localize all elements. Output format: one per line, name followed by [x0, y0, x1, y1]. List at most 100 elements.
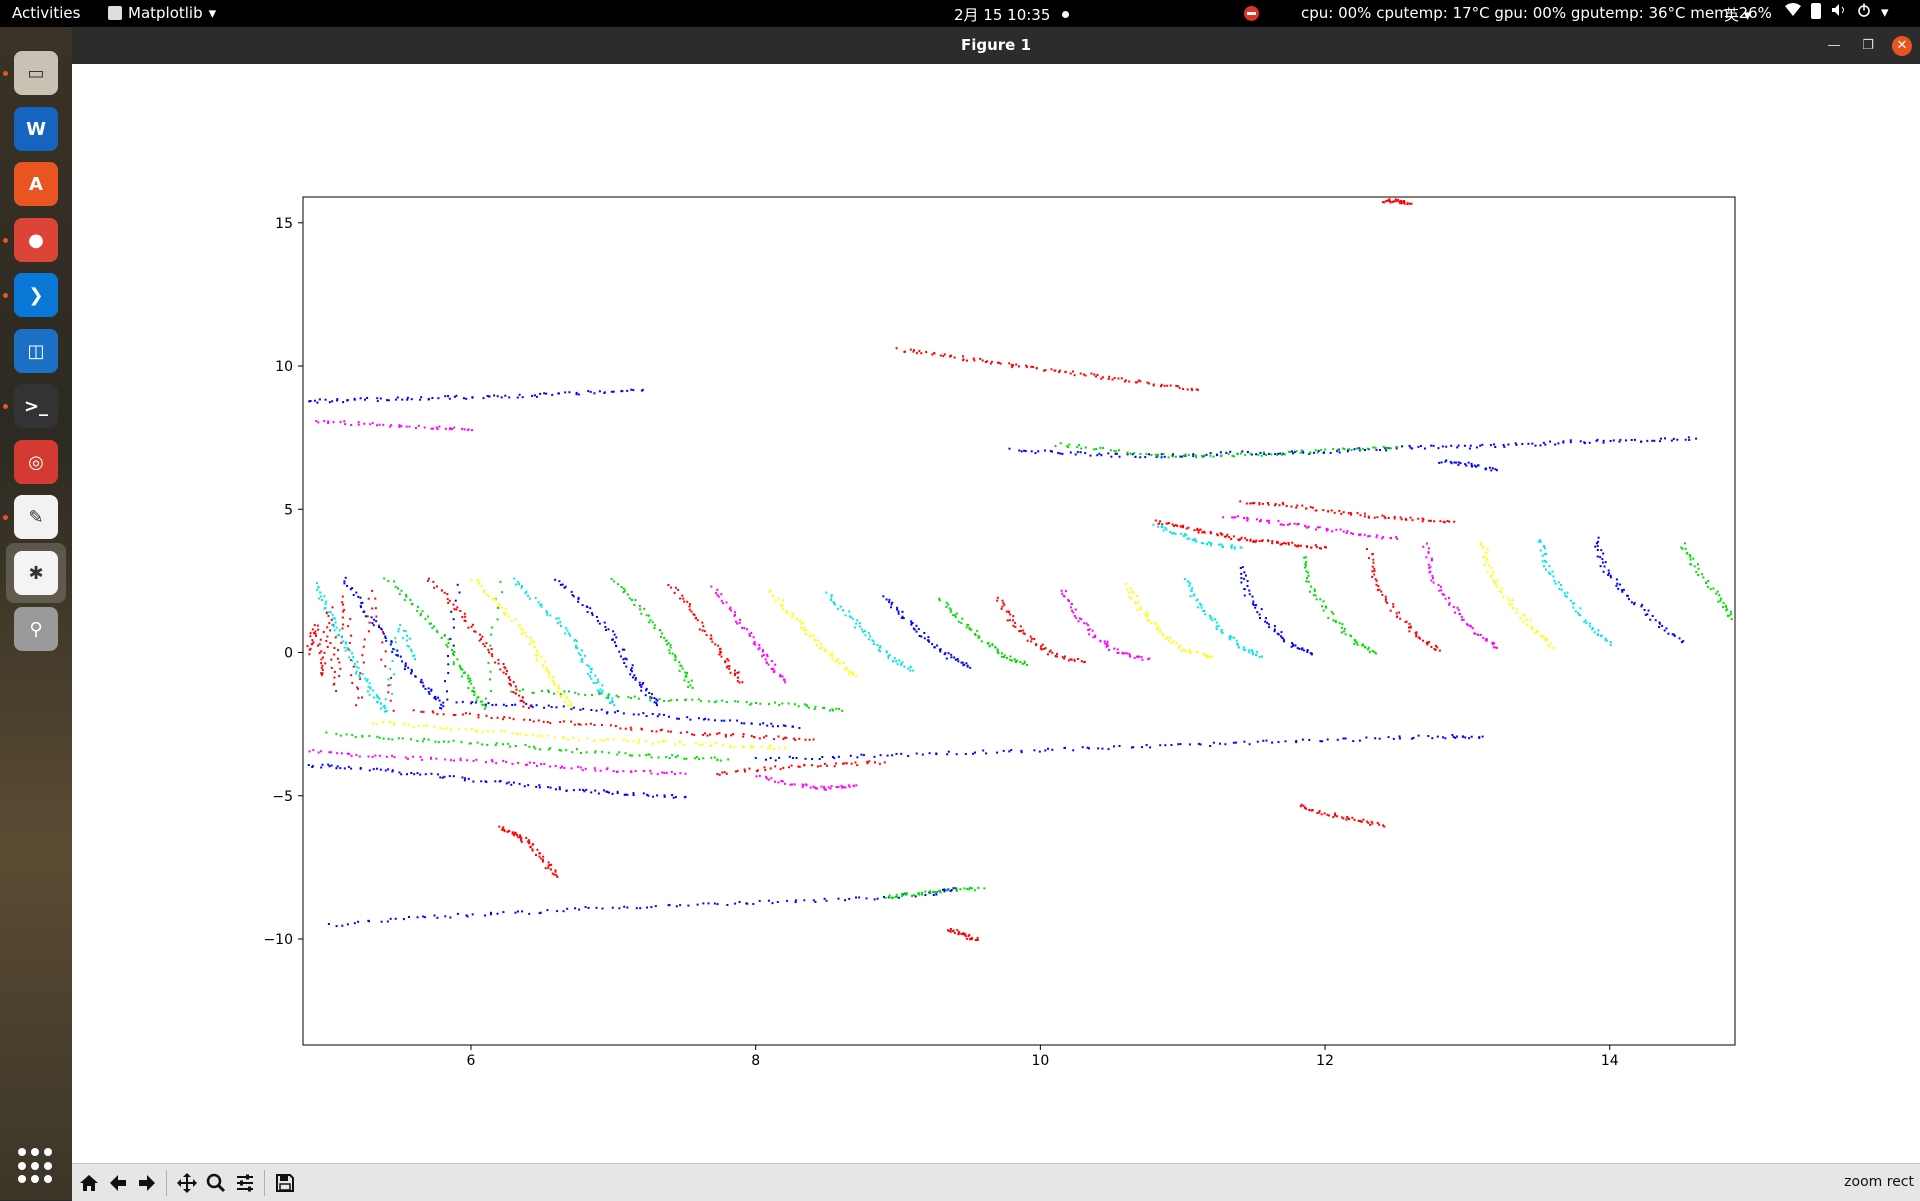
- data-point: [1307, 580, 1310, 583]
- zoom-icon[interactable]: [203, 1170, 229, 1196]
- dock-item-text-editor[interactable]: ✎: [12, 493, 60, 541]
- data-point: [1032, 365, 1034, 368]
- data-point: [663, 795, 666, 798]
- data-point: [398, 593, 401, 596]
- clock[interactable]: 2月 15 10:35: [954, 4, 1070, 25]
- data-point: [1533, 632, 1536, 635]
- data-point: [895, 893, 898, 896]
- data-point: [1680, 641, 1683, 644]
- dock-item-chrome[interactable]: ●: [12, 216, 60, 264]
- data-point: [1525, 618, 1528, 621]
- data-point: [671, 754, 674, 757]
- data-point: [738, 681, 741, 684]
- data-point: [327, 422, 330, 425]
- data-point: [605, 712, 608, 715]
- running-indicator: [3, 404, 8, 409]
- data-point: [1239, 546, 1242, 549]
- data-point: [1489, 444, 1492, 447]
- show-applications-icon[interactable]: [18, 1148, 54, 1184]
- data-point: [400, 773, 403, 776]
- app-menu[interactable]: Matplotlib ▾: [108, 4, 216, 22]
- home-icon[interactable]: [76, 1170, 102, 1196]
- data-point: [491, 704, 494, 706]
- data-point: [749, 703, 752, 706]
- configure-subplots-icon[interactable]: [232, 1170, 258, 1196]
- data-point: [497, 605, 500, 607]
- data-point: [783, 678, 785, 681]
- data-point: [521, 629, 524, 632]
- data-point: [494, 599, 497, 601]
- data-point: [1448, 597, 1450, 599]
- data-point: [1059, 452, 1062, 455]
- data-point: [957, 620, 960, 623]
- data-point: [795, 757, 798, 759]
- data-point: [483, 707, 486, 710]
- dock-item-writer[interactable]: W: [12, 105, 60, 153]
- data-point: [683, 743, 686, 746]
- data-point: [1014, 621, 1017, 624]
- dock-item-software[interactable]: A: [12, 160, 60, 208]
- input-method[interactable]: 英 ▾: [1724, 4, 1751, 25]
- maximize-icon[interactable]: ❐: [1858, 36, 1878, 56]
- data-point: [416, 740, 419, 742]
- dock-item-netease-music[interactable]: ◎: [12, 438, 60, 486]
- data-point: [539, 392, 542, 395]
- back-icon[interactable]: [105, 1170, 131, 1196]
- dock-item-virtualbox[interactable]: ◫: [12, 327, 60, 375]
- data-point: [357, 666, 360, 669]
- pan-icon[interactable]: [174, 1170, 200, 1196]
- do-not-disturb-icon[interactable]: [1244, 6, 1259, 21]
- data-point: [624, 752, 627, 755]
- data-point: [461, 668, 464, 671]
- data-point: [374, 597, 377, 600]
- data-point: [684, 795, 687, 798]
- data-point: [1243, 588, 1246, 591]
- data-point: [326, 646, 329, 648]
- data-point: [447, 395, 450, 398]
- data-point: [650, 772, 653, 775]
- data-point: [844, 614, 847, 617]
- data-point: [1315, 546, 1318, 548]
- data-point: [1136, 381, 1139, 384]
- data-point: [607, 696, 610, 699]
- plot-canvas[interactable]: 6 8 10 12 14 151050−5−10: [72, 64, 1920, 1163]
- data-point: [633, 674, 636, 677]
- status-message: zoom rect: [1844, 1174, 1914, 1190]
- minimize-icon[interactable]: —: [1824, 36, 1844, 56]
- data-point: [600, 692, 603, 695]
- data-point: [972, 752, 975, 755]
- forward-icon[interactable]: [134, 1170, 160, 1196]
- data-point: [693, 757, 696, 760]
- data-point: [1419, 637, 1421, 640]
- data-point: [1681, 547, 1684, 550]
- data-point: [924, 890, 927, 893]
- data-point: [818, 758, 821, 760]
- data-point: [396, 587, 399, 590]
- dock-item-files[interactable]: ▭: [12, 49, 60, 97]
- save-icon[interactable]: [272, 1170, 298, 1196]
- data-point: [716, 773, 719, 775]
- data-point: [814, 705, 817, 708]
- system-tray[interactable]: ▾: [1785, 3, 1889, 21]
- window-titlebar[interactable]: Figure 1 — ❐ ✕: [72, 27, 1920, 64]
- terminal-icon: >_: [14, 384, 58, 428]
- data-point: [1452, 606, 1455, 609]
- data-point: [507, 615, 510, 618]
- activities-button[interactable]: Activities: [12, 4, 80, 22]
- data-point: [549, 747, 552, 750]
- data-point: [798, 737, 801, 740]
- data-point: [639, 684, 641, 687]
- close-icon[interactable]: ✕: [1892, 36, 1912, 56]
- data-point: [806, 704, 809, 707]
- dock-item-vscode[interactable]: ❯: [12, 271, 60, 319]
- data-point: [1227, 453, 1230, 456]
- data-point: [1560, 588, 1563, 591]
- data-point: [348, 656, 351, 659]
- data-point: [1546, 644, 1549, 647]
- dock-item-terminal[interactable]: >_: [12, 382, 60, 430]
- system-monitor[interactable]: cpu: 00% cputemp: 17°C gpu: 00% gputemp:…: [1301, 4, 1772, 22]
- data-point: [407, 645, 410, 648]
- data-point: [1325, 527, 1328, 530]
- dock-item-matplotlib[interactable]: ✱: [6, 543, 66, 603]
- dock-item-usb[interactable]: ⚲: [12, 605, 60, 653]
